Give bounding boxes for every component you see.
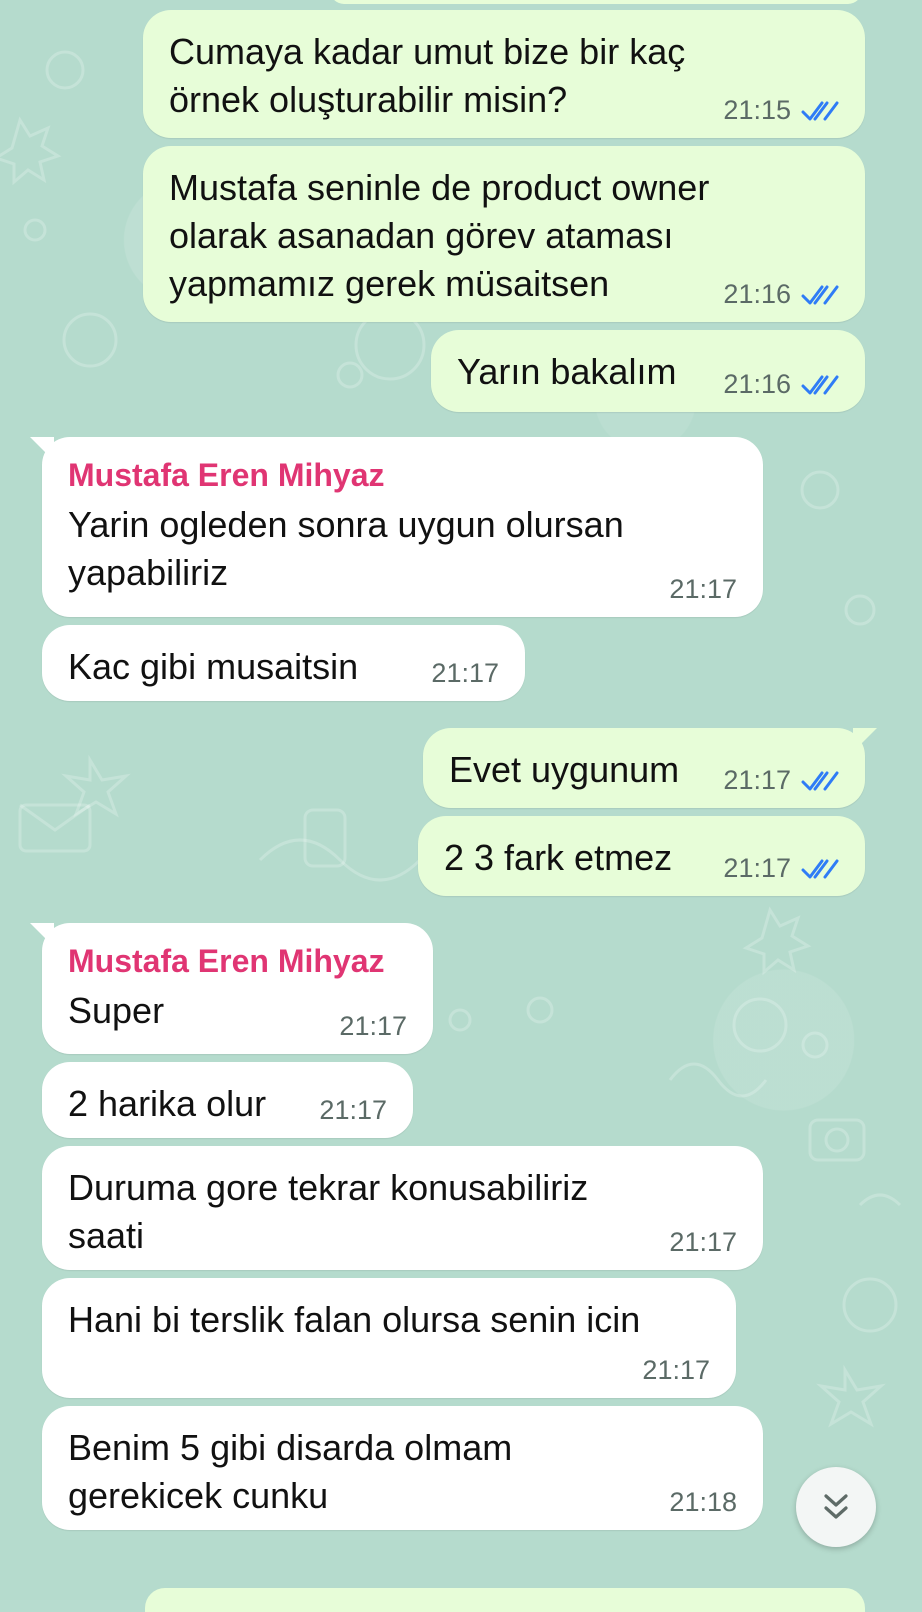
message-meta: 21:17 <box>669 1227 737 1258</box>
message-bubble-incoming[interactable]: Mustafa Eren Mihyaz Super 21:17 <box>30 923 433 1054</box>
message-bubble-outgoing[interactable]: Mustafa seninle de product owner olarak … <box>143 146 865 322</box>
bubble-tail <box>30 923 54 947</box>
message-time: 21:17 <box>669 1227 737 1257</box>
message-time: 21:17 <box>642 1355 710 1385</box>
message-time: 21:16 <box>723 279 791 309</box>
message-meta: 21:17 <box>723 853 839 884</box>
message-time: 21:17 <box>431 658 499 688</box>
double-check-icon <box>801 771 839 790</box>
message-bubble-incoming[interactable]: 2 harika olur 21:17 <box>42 1062 413 1138</box>
double-check-icon <box>801 859 839 878</box>
message-bubble-incoming[interactable]: Mustafa Eren Mihyaz Yarin ogleden sonra … <box>30 437 763 617</box>
message-time: 21:17 <box>723 765 791 795</box>
double-chevron-down-icon <box>824 1494 848 1519</box>
message-text: Benim 5 gibi disarda olmam gerekicek cun… <box>68 1427 513 1516</box>
message-meta: 21:18 <box>669 1487 737 1518</box>
message-bubble-outgoing[interactable]: Yarın bakalım 21:16 <box>431 330 865 412</box>
message-bubble-outgoing[interactable]: Cumaya kadar umut bize bir kaç örnek olu… <box>143 10 865 138</box>
double-check-icon <box>801 101 839 120</box>
message-bubble-outgoing[interactable]: Evet uygunum 21:17 <box>423 728 877 808</box>
double-check-icon <box>801 375 839 394</box>
sender-name[interactable]: Mustafa Eren Mihyaz <box>68 455 737 495</box>
message-time: 21:17 <box>723 853 791 883</box>
sender-name[interactable]: Mustafa Eren Mihyaz <box>68 941 407 981</box>
message-text: Duruma gore tekrar konusabiliriz saati <box>68 1167 589 1256</box>
message-time: 21:18 <box>669 1487 737 1517</box>
partial-message-bottom <box>145 1588 865 1612</box>
message-meta: 21:16 <box>723 369 839 400</box>
message-meta: 21:17 <box>723 765 839 796</box>
message-bubble-outgoing[interactable]: 2 3 fark etmez 21:17 <box>418 816 865 896</box>
message-bubble-incoming[interactable]: Benim 5 gibi disarda olmam gerekicek cun… <box>42 1406 763 1530</box>
message-meta: 21:17 <box>319 1095 387 1126</box>
message-meta: 21:16 <box>723 279 839 310</box>
message-time: 21:17 <box>319 1095 387 1125</box>
message-bubble-incoming[interactable]: Kac gibi musaitsin 21:17 <box>42 625 525 701</box>
message-meta: 21:17 <box>431 658 499 689</box>
message-text: Yarin ogleden sonra uygun olursan yapabi… <box>68 504 624 593</box>
bubble-tail <box>853 728 877 752</box>
message-bubble-incoming[interactable]: Duruma gore tekrar konusabiliriz saati 2… <box>42 1146 763 1270</box>
message-meta: 21:17 <box>642 1355 710 1386</box>
scroll-to-bottom-button[interactable] <box>796 1467 876 1547</box>
message-time: 21:15 <box>723 95 791 125</box>
message-meta: 21:17 <box>669 574 737 605</box>
message-bubble-incoming[interactable]: Hani bi terslik falan olursa senin icin … <box>42 1278 736 1398</box>
message-text: Hani bi terslik falan olursa senin icin <box>68 1299 641 1340</box>
message-time: 21:17 <box>339 1011 407 1041</box>
bubble-tail <box>30 437 54 461</box>
message-time: 21:16 <box>723 369 791 399</box>
double-check-icon <box>801 285 839 304</box>
partial-message-top <box>330 0 862 4</box>
message-meta: 21:15 <box>723 95 839 126</box>
message-time: 21:17 <box>669 574 737 604</box>
message-meta: 21:17 <box>339 1011 407 1042</box>
